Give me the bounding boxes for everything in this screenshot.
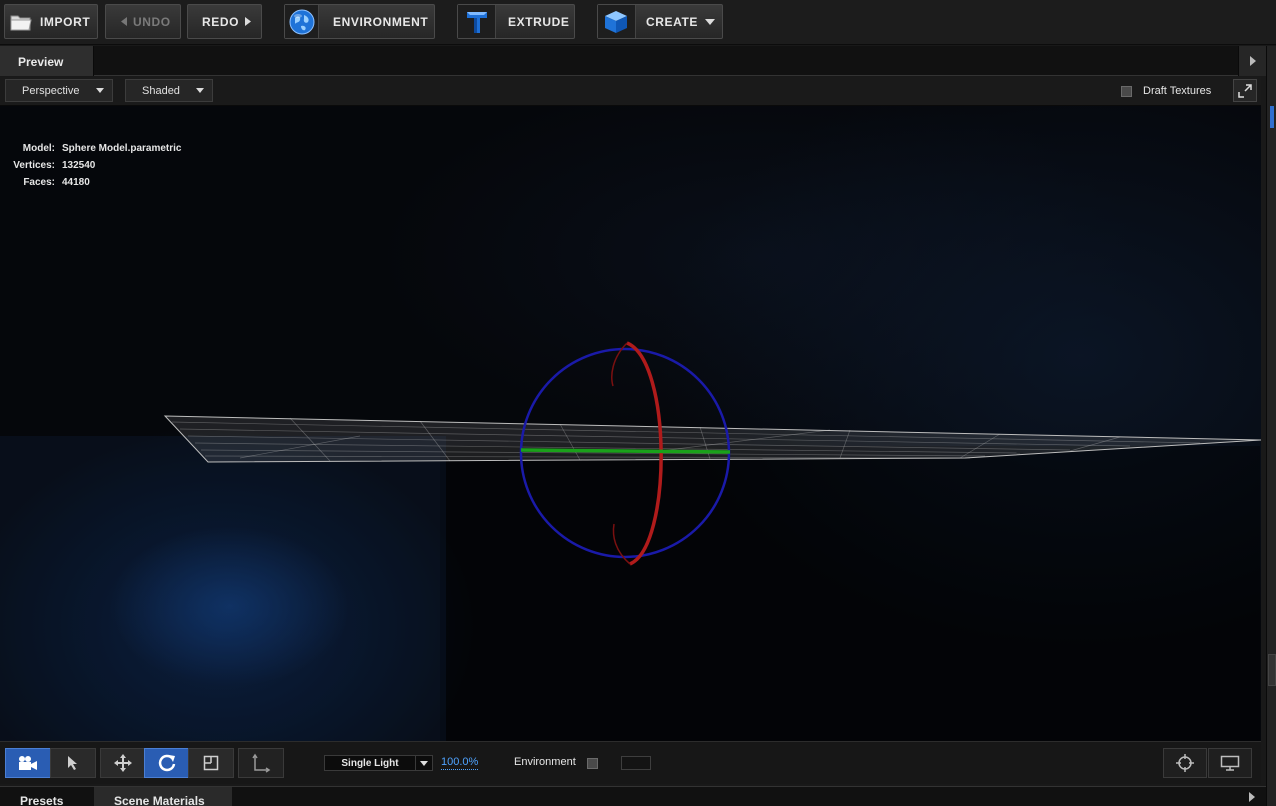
environment-button[interactable]: ENVIRONMENT	[284, 4, 435, 39]
tab-preview[interactable]: Preview	[0, 46, 94, 76]
top-toolbar: IMPORT UNDO REDO ENVIRONMENT EXTRUDE CRE…	[0, 0, 1276, 45]
panel-collapse-button[interactable]	[1238, 46, 1266, 76]
expand-view-button[interactable]	[1233, 79, 1257, 102]
redo-label: REDO	[202, 14, 240, 29]
faces-key: Faces:	[23, 177, 55, 188]
rotate-icon	[158, 754, 176, 772]
model-value: Sphere Model.parametric	[62, 143, 182, 154]
globe-icon	[285, 5, 319, 38]
crosshair-icon	[1176, 754, 1194, 772]
vertices-value: 132540	[62, 160, 96, 171]
triangle-left-icon	[115, 17, 133, 26]
display-button[interactable]	[1208, 748, 1252, 778]
preview-tab-strip: Preview	[0, 46, 1266, 76]
model-info: Model: Sphere Model.parametric Vertices:…	[10, 140, 181, 191]
extrude-button[interactable]: EXTRUDE	[457, 4, 575, 39]
move-tool-button[interactable]	[100, 748, 146, 778]
light-intensity-scrubber[interactable]: 100.0%	[441, 755, 479, 770]
tab-presets[interactable]: Presets	[20, 787, 63, 806]
model-info-model: Model: Sphere Model.parametric	[10, 140, 182, 157]
folder-icon	[7, 12, 35, 32]
axis-corner-icon	[252, 753, 271, 773]
undo-label: UNDO	[133, 14, 171, 29]
environment-label: Environment	[514, 756, 576, 768]
cube-icon	[598, 5, 636, 38]
photoshop-3d-workspace: IMPORT UNDO REDO ENVIRONMENT EXTRUDE CRE…	[0, 0, 1276, 806]
chevron-down-icon	[415, 756, 432, 770]
extrude-3d-t-icon	[458, 5, 496, 38]
frame-tool-button[interactable]	[188, 748, 234, 778]
faces-value: 44180	[62, 177, 90, 188]
triangle-right-icon	[1249, 792, 1255, 802]
create-button[interactable]: CREATE	[597, 4, 723, 39]
environment-color-swatch[interactable]	[621, 756, 651, 770]
vertices-key: Vertices:	[13, 160, 55, 171]
camera-tool-button[interactable]	[5, 748, 51, 778]
environment-checkbox[interactable]	[587, 758, 598, 769]
redo-button[interactable]: REDO	[187, 4, 262, 39]
target-button[interactable]	[1163, 748, 1207, 778]
view-mode-value: Perspective	[22, 84, 80, 97]
scene-canvas	[0, 341, 1261, 741]
3d-viewport[interactable]: Model: Sphere Model.parametric Vertices:…	[0, 106, 1261, 741]
render-mode-dropdown[interactable]: Shaded	[125, 79, 213, 102]
extrude-label: EXTRUDE	[508, 14, 570, 29]
model-info-faces: Faces: 44180	[10, 174, 181, 191]
bottom-toolbar: Single Light 100.0% Environment	[0, 741, 1261, 784]
draft-textures-label: Draft Textures	[1143, 85, 1212, 97]
arrow-pointer-icon	[68, 756, 77, 770]
import-label: IMPORT	[40, 14, 91, 29]
chevron-down-icon	[96, 88, 104, 93]
tab-scene-materials[interactable]: Scene Materials	[94, 787, 232, 806]
expand-icon	[1238, 83, 1252, 98]
render-mode-value: Shaded	[142, 84, 180, 97]
triangle-right-icon	[1249, 56, 1256, 66]
frame-square-icon	[203, 755, 219, 771]
move-arrows-icon	[114, 754, 132, 772]
scrollbar-thumb[interactable]	[1270, 106, 1274, 128]
bottom-panel-collapse-button[interactable]	[1238, 787, 1266, 806]
scrollbar-handle[interactable]	[1268, 654, 1276, 686]
draft-textures-checkbox[interactable]	[1121, 86, 1132, 97]
view-options-bar: Perspective Shaded Draft Textures	[0, 77, 1261, 106]
model-info-vertices: Vertices: 132540	[10, 157, 181, 174]
rotate-tool-button[interactable]	[144, 748, 190, 778]
bottom-panel-tabs: Presets Scene Materials	[0, 786, 1266, 806]
model-key: Model:	[22, 143, 55, 154]
lighting-preset-value: Single Light	[341, 757, 399, 769]
create-label: CREATE	[645, 14, 699, 29]
video-camera-icon	[19, 756, 37, 770]
triangle-right-icon	[239, 17, 257, 26]
chevron-down-icon	[698, 18, 722, 25]
undo-button[interactable]: UNDO	[105, 4, 181, 39]
y-axis-ring[interactable]	[520, 448, 731, 454]
lighting-preset-dropdown[interactable]: Single Light	[324, 755, 433, 771]
chevron-down-icon	[196, 88, 204, 93]
right-panel-scrollbar[interactable]	[1266, 46, 1276, 806]
monitor-icon	[1220, 755, 1240, 771]
import-button[interactable]: IMPORT	[4, 4, 98, 39]
axis-tool-button[interactable]	[238, 748, 284, 778]
environment-label: ENVIRONMENT	[333, 14, 429, 29]
select-tool-button[interactable]	[50, 748, 96, 778]
view-mode-dropdown[interactable]: Perspective	[5, 79, 113, 102]
